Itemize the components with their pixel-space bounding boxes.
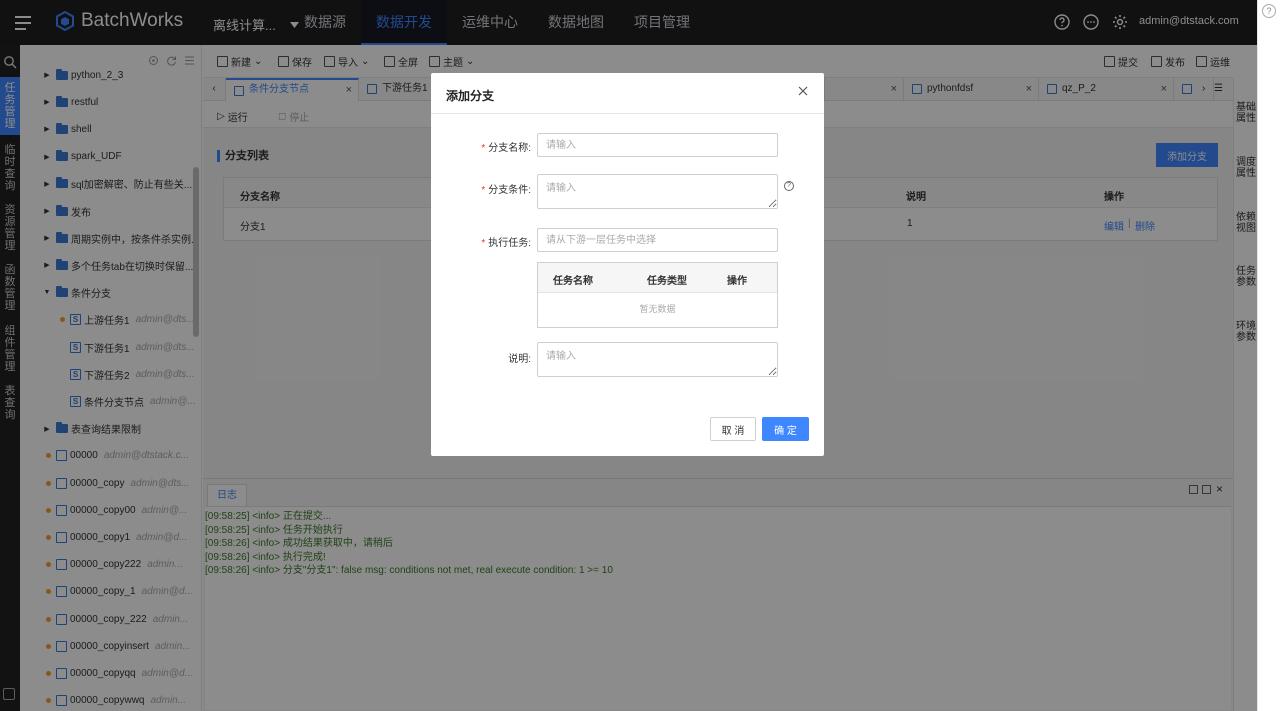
branch-name-input[interactable] — [537, 133, 778, 157]
exec-task-label: * 执行任务: — [431, 234, 531, 249]
task-table: 任务名称 任务类型 操作 暂无数据 — [537, 262, 778, 328]
col-task-type: 任务类型 — [647, 276, 687, 287]
label-text: 执行任务: — [488, 238, 531, 249]
label-text: 说明: — [508, 354, 531, 365]
dialog-title: 添加分支 — [446, 89, 495, 103]
branch-name-label: * 分支名称: — [431, 139, 531, 154]
label-text: 分支名称: — [488, 143, 531, 154]
label-text: 分支条件: — [488, 185, 531, 196]
empty-state: 暂无数据 — [639, 304, 676, 314]
description-input[interactable] — [537, 342, 778, 377]
help-icon[interactable]: ? — [784, 181, 794, 191]
branch-condition-label: * 分支条件: — [431, 181, 531, 196]
window-right-strip: ? — [1257, 0, 1280, 711]
required-mark: * — [481, 143, 486, 154]
branch-condition-input[interactable] — [537, 174, 778, 209]
confirm-button[interactable]: 确 定 — [762, 417, 809, 441]
required-mark: * — [481, 238, 486, 249]
exec-task-select[interactable] — [537, 228, 778, 252]
question-icon[interactable]: ? — [1262, 4, 1276, 18]
col-task-actions: 操作 — [727, 276, 747, 287]
task-table-header: 任务名称 任务类型 操作 — [538, 263, 777, 293]
description-label: 说明: — [431, 350, 531, 365]
required-mark: * — [481, 185, 486, 196]
col-task-name: 任务名称 — [553, 276, 593, 287]
add-branch-dialog: 添加分支 *分支名称: *分支条件: ? *执行任务: 任务名称 任务类型 操作… — [431, 73, 824, 456]
close-icon[interactable] — [797, 85, 809, 97]
dialog-header: 添加分支 — [431, 73, 824, 114]
cancel-button[interactable]: 取 消 — [710, 417, 756, 441]
